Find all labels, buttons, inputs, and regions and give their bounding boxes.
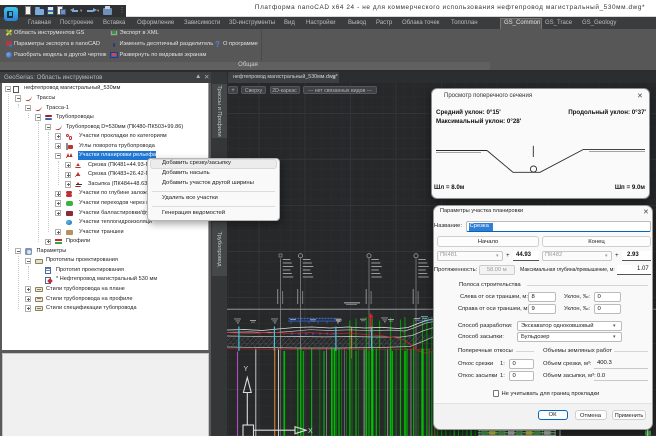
svg-text:X: X (308, 428, 313, 435)
svg-text:Y: Y (244, 366, 249, 373)
